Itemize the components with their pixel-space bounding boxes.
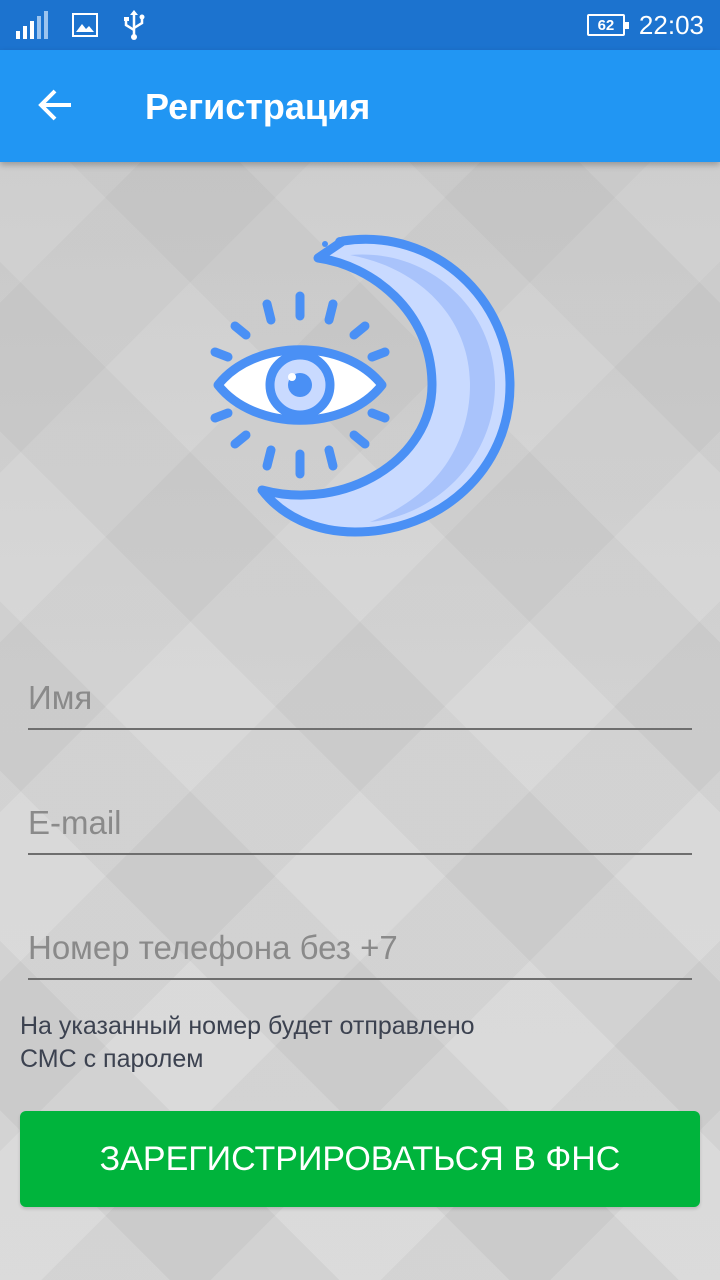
email-input[interactable]: [28, 785, 692, 853]
email-field[interactable]: [28, 785, 692, 855]
status-clock: 22:03: [638, 9, 704, 40]
name-field[interactable]: [28, 660, 692, 730]
image-icon: [72, 13, 98, 42]
sms-hint-line-1: На указанный номер будет отправлено: [20, 1012, 475, 1040]
battery-indicator: 62: [586, 14, 629, 36]
phone-field[interactable]: [28, 910, 692, 980]
sms-hint: На указанный номер будет отправлено СМС …: [20, 1010, 620, 1076]
background-pattern: [0, 0, 720, 1280]
name-input[interactable]: [28, 660, 692, 728]
signal-icon: [16, 11, 48, 44]
usb-icon: [122, 10, 146, 45]
register-button[interactable]: ЗАРЕГИСТРИРОВАТЬСЯ В ФНС: [20, 1111, 700, 1207]
app-bar: Регистрация: [0, 50, 720, 162]
status-bar: 62 22:03: [0, 0, 720, 50]
arrow-back-icon: [37, 87, 73, 128]
register-button-label: ЗАРЕГИСТРИРОВАТЬСЯ В ФНС: [99, 1139, 621, 1178]
page-title: Регистрация: [145, 86, 371, 127]
eye-moon-logo-icon: [200, 230, 520, 540]
battery-level: 62: [597, 16, 615, 34]
back-button[interactable]: [30, 82, 80, 132]
phone-input[interactable]: [28, 910, 692, 978]
sms-hint-line-2: СМС с паролем: [20, 1045, 204, 1073]
